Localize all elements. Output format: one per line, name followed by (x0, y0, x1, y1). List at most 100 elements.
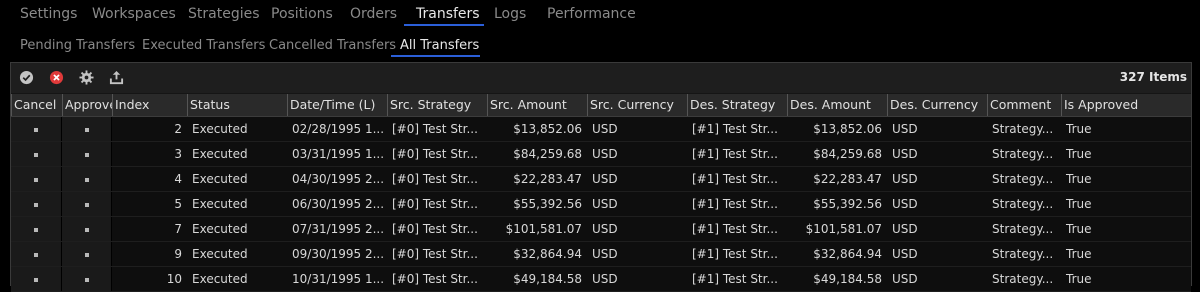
cancel-circle-icon[interactable] (48, 69, 64, 85)
tab-settings[interactable]: Settings (20, 6, 77, 22)
checkbox-marker (84, 152, 89, 157)
cell-des-amount: $32,864.94 (813, 247, 882, 261)
approve-checkbox[interactable] (62, 117, 112, 141)
table-row[interactable]: 9 Executed 09/30/1995 2... [#0] Test Str...… (11, 242, 1191, 267)
cancel-checkbox[interactable] (11, 117, 62, 141)
col-header-des-strategy[interactable]: Des. Strategy (687, 94, 787, 116)
table-row[interactable]: 5 Executed 06/30/1995 2... [#0] Test Str...… (11, 192, 1191, 217)
cell-is-approved: True (1066, 172, 1092, 186)
tab-strategies[interactable]: Strategies (188, 6, 260, 22)
cell-src-strategy: [#0] Test Str... (392, 272, 478, 286)
cell-des-amount: $101,581.07 (805, 222, 882, 236)
cell-comment: Strategy... (992, 197, 1054, 211)
table-row[interactable]: 2 Executed 02/28/1995 1... [#0] Test Str...… (11, 117, 1191, 142)
cell-comment: Strategy... (992, 272, 1054, 286)
cell-src-amount: $32,864.94 (513, 247, 582, 261)
table-row[interactable]: 10 Executed 10/31/1995 1... [#0] Test Str..… (11, 267, 1191, 292)
cell-src-amount: $101,581.07 (505, 222, 582, 236)
tab-cancelled-transfers[interactable]: Cancelled Transfers (269, 38, 396, 53)
cell-src-amount: $84,259.68 (513, 147, 582, 161)
gear-icon[interactable] (78, 69, 94, 85)
cell-index: 5 (174, 197, 182, 211)
cell-des-strategy: [#1] Test Str... (692, 197, 778, 211)
tab-all-transfers[interactable]: All Transfers (400, 38, 479, 53)
cancel-checkbox[interactable] (11, 192, 62, 216)
cell-src-currency: USD (592, 122, 618, 136)
approve-checkbox[interactable] (62, 267, 112, 291)
cancel-checkbox[interactable] (11, 217, 62, 241)
approve-checkbox[interactable] (62, 167, 112, 191)
tab-workspaces[interactable]: Workspaces (92, 6, 176, 22)
checkbox-marker (34, 127, 38, 132)
cell-des-currency: USD (892, 122, 918, 136)
cell-index: 9 (174, 247, 182, 261)
check-circle-icon[interactable] (18, 69, 34, 85)
cell-index: 7 (174, 222, 182, 236)
approve-checkbox[interactable] (62, 242, 112, 266)
table-row[interactable]: 4 Executed 04/30/1995 2... [#0] Test Str...… (11, 167, 1191, 192)
cell-index: 10 (166, 272, 182, 286)
tab-transfers[interactable]: Transfers (416, 6, 480, 22)
col-header-datetime[interactable]: Date/Time (L) (287, 94, 387, 116)
checkbox-marker (84, 227, 89, 232)
cell-des-strategy: [#1] Test Str... (692, 122, 778, 136)
table-row[interactable]: 3 Executed 03/31/1995 1... [#0] Test Str...… (11, 142, 1191, 167)
cell-src-amount: $22,283.47 (513, 172, 582, 186)
cell-status: Executed (192, 247, 248, 261)
cell-datetime: 03/31/1995 1... (292, 147, 385, 161)
tab-executed-transfers[interactable]: Executed Transfers (142, 38, 265, 53)
cell-status: Executed (192, 147, 248, 161)
cell-des-strategy: [#1] Test Str... (692, 172, 778, 186)
cancel-checkbox[interactable] (11, 267, 62, 291)
approve-checkbox[interactable] (62, 142, 112, 166)
cell-des-currency: USD (892, 172, 918, 186)
tab-performance[interactable]: Performance (547, 6, 636, 22)
transfers-grid: Cancel Approve Index Status Date/Time (L… (11, 94, 1191, 292)
cell-status: Executed (192, 122, 248, 136)
cell-datetime: 02/28/1995 1... (292, 122, 385, 136)
table-row[interactable]: 7 Executed 07/31/1995 2... [#0] Test Str...… (11, 217, 1191, 242)
col-header-comment[interactable]: Comment (987, 94, 1061, 116)
cell-status: Executed (192, 197, 248, 211)
col-header-cancel[interactable]: Cancel (11, 94, 62, 116)
cell-status: Executed (192, 172, 248, 186)
col-header-des-currency[interactable]: Des. Currency (887, 94, 987, 116)
col-header-src-strategy[interactable]: Src. Strategy (387, 94, 487, 116)
checkbox-marker (34, 227, 38, 232)
col-header-is-approved[interactable]: Is Approved (1061, 94, 1191, 116)
tab-pending-transfers[interactable]: Pending Transfers (20, 38, 135, 53)
cell-datetime: 06/30/1995 2... (292, 197, 385, 211)
cell-comment: Strategy... (992, 147, 1054, 161)
col-header-src-amount[interactable]: Src. Amount (487, 94, 587, 116)
cancel-checkbox[interactable] (11, 142, 62, 166)
col-header-approve[interactable]: Approve (62, 94, 112, 116)
cancel-checkbox[interactable] (11, 242, 62, 266)
cell-comment: Strategy... (992, 122, 1054, 136)
cell-src-strategy: [#0] Test Str... (392, 197, 478, 211)
cell-src-currency: USD (592, 147, 618, 161)
cell-des-strategy: [#1] Test Str... (692, 247, 778, 261)
col-header-des-amount[interactable]: Des. Amount (787, 94, 887, 116)
col-header-status[interactable]: Status (187, 94, 287, 116)
approve-checkbox[interactable] (62, 192, 112, 216)
item-count: 327 Items (1119, 70, 1187, 84)
tab-logs[interactable]: Logs (494, 6, 526, 22)
approve-checkbox[interactable] (62, 217, 112, 241)
cell-des-strategy: [#1] Test Str... (692, 222, 778, 236)
cancel-checkbox[interactable] (11, 167, 62, 191)
cell-is-approved: True (1066, 147, 1092, 161)
col-header-src-currency[interactable]: Src. Currency (587, 94, 687, 116)
col-header-index[interactable]: Index (112, 94, 187, 116)
cell-src-strategy: [#0] Test Str... (392, 122, 478, 136)
cell-src-strategy: [#0] Test Str... (392, 147, 478, 161)
cell-comment: Strategy... (992, 247, 1054, 261)
cell-des-amount: $13,852.06 (813, 122, 882, 136)
cell-src-currency: USD (592, 197, 618, 211)
cell-is-approved: True (1066, 272, 1092, 286)
export-icon[interactable] (108, 69, 124, 85)
tab-orders[interactable]: Orders (350, 6, 397, 22)
tab-positions[interactable]: Positions (271, 6, 333, 22)
cell-is-approved: True (1066, 222, 1092, 236)
cell-is-approved: True (1066, 247, 1092, 261)
cell-des-currency: USD (892, 247, 918, 261)
